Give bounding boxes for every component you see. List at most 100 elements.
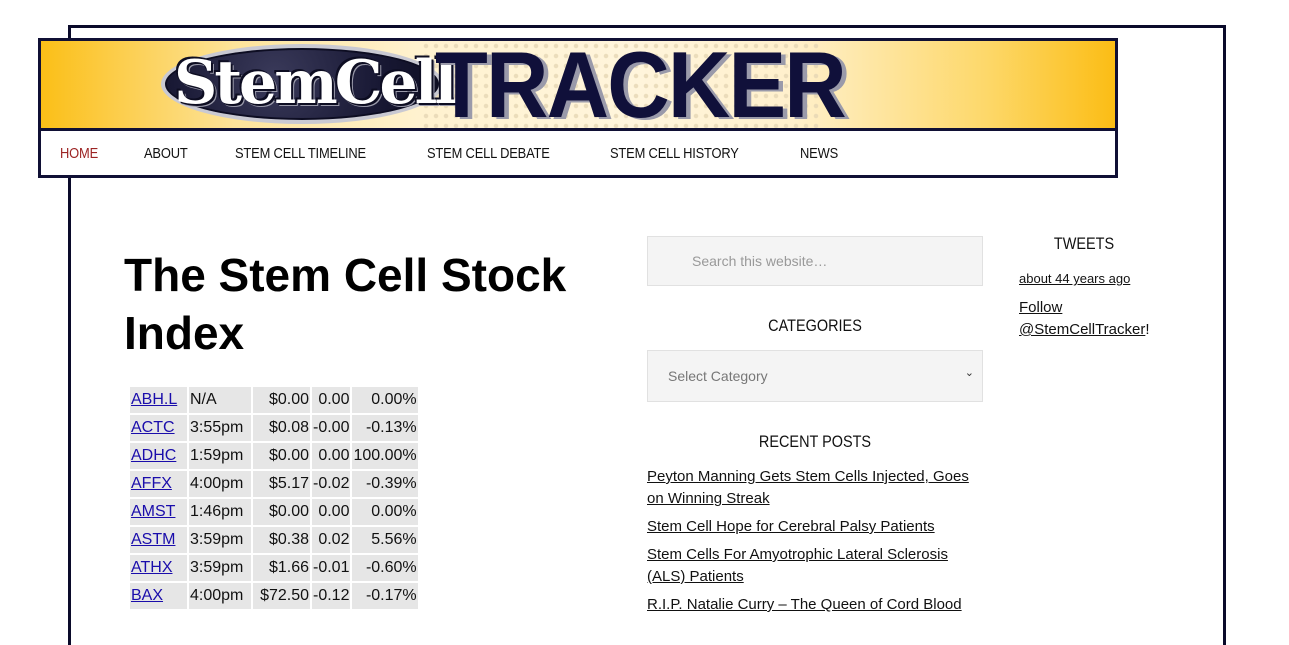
table-cell: 3:59pm	[189, 527, 251, 553]
table-cell: AMST	[130, 499, 187, 525]
table-cell: $72.50	[253, 583, 310, 609]
logo-stem-text: StemCell	[174, 48, 457, 118]
table-cell: -0.39%	[352, 471, 418, 497]
stock-percent: -0.13%	[365, 419, 417, 436]
stock-percent: 100.00%	[353, 447, 417, 464]
stock-price: $0.08	[268, 419, 309, 436]
search-input[interactable]: Search this website…	[647, 236, 983, 286]
table-cell: 0.02	[312, 527, 351, 553]
recent-post-link[interactable]: Stem Cells For Amyotrophic Lateral Scler…	[647, 546, 948, 585]
stock-table: ABH.L N/A $0.00 0.00 0.00% ACTC 3:55pm $0.08 -0.…	[128, 385, 420, 611]
category-select-value: Select Category	[668, 368, 768, 384]
stock-price: $0.00	[268, 391, 309, 408]
table-row: AFFX 4:00pm $5.17 -0.02 -0.39%	[130, 471, 418, 497]
table-cell: 1:59pm	[189, 443, 251, 469]
stock-symbol-link[interactable]: ATHX	[131, 559, 172, 576]
stock-symbol-link[interactable]: AFFX	[131, 475, 172, 492]
recent-post-link[interactable]: Stem Cell Hope for Cerebral Palsy Patien…	[647, 518, 935, 535]
stock-symbol-link[interactable]: ADHC	[131, 447, 176, 464]
table-cell: $0.08	[253, 415, 310, 441]
recent-posts-list: Peyton Manning Gets Stem Cells Injected,…	[647, 466, 983, 622]
main-nav: Home About Stem Cell Timeline Stem Cell …	[41, 131, 1115, 175]
stock-time: 4:00pm	[190, 587, 244, 604]
stock-symbol-link[interactable]: ASTM	[131, 531, 175, 548]
table-cell: ACTC	[130, 415, 187, 441]
nav-about[interactable]: About	[144, 145, 188, 162]
table-row: BAX 4:00pm $72.50 -0.12 -0.17%	[130, 583, 418, 609]
recent-post-link[interactable]: R.I.P. Natalie Curry – The Queen of Cord…	[647, 596, 962, 613]
nav-home[interactable]: Home	[60, 145, 98, 162]
site-logo[interactable]: StemCell TRACKER	[41, 41, 1115, 131]
table-row: ADHC 1:59pm $0.00 0.00 100.00%	[130, 443, 418, 469]
page-title: The Stem Cell Stock Index	[124, 249, 567, 359]
logo-tracker-text: TRACKER	[435, 41, 847, 131]
nav-stem-cell-timeline[interactable]: Stem Cell Timeline	[235, 145, 366, 162]
table-cell: -0.02	[312, 471, 351, 497]
table-cell: N/A	[189, 387, 251, 413]
stock-symbol-link[interactable]: ABH.L	[131, 391, 177, 408]
table-cell: 3:55pm	[189, 415, 251, 441]
site-header: StemCell TRACKER Home About Stem Cell Ti…	[38, 38, 1118, 178]
tweet-timestamp-link[interactable]: about 44 years ago	[1019, 271, 1130, 286]
stock-percent: 0.00%	[371, 391, 417, 408]
table-cell: -0.13%	[352, 415, 418, 441]
table-cell: -0.17%	[352, 583, 418, 609]
stock-time: N/A	[190, 391, 217, 408]
nav-stem-cell-debate[interactable]: Stem Cell Debate	[427, 145, 550, 162]
table-cell: $1.66	[253, 555, 310, 581]
table-cell: $5.17	[253, 471, 310, 497]
stock-symbol-link[interactable]: ACTC	[131, 419, 175, 436]
stock-change: -0.01	[313, 559, 350, 576]
table-cell: 4:00pm	[189, 583, 251, 609]
follow-link[interactable]: Follow @StemCellTracker	[1019, 299, 1145, 338]
stock-percent: -0.60%	[365, 559, 417, 576]
stock-time: 3:55pm	[190, 419, 244, 436]
stock-time: 1:46pm	[190, 503, 244, 520]
stock-change: 0.00	[318, 447, 350, 464]
recent-posts-title: Recent Posts	[758, 432, 872, 451]
recent-post-link[interactable]: Peyton Manning Gets Stem Cells Injected,…	[647, 468, 969, 507]
nav-news[interactable]: News	[800, 145, 838, 162]
stock-symbol-link[interactable]: AMST	[131, 503, 175, 520]
stock-change: 0.00	[318, 503, 350, 520]
table-cell: AFFX	[130, 471, 187, 497]
stock-price: $5.17	[268, 475, 309, 492]
category-select[interactable]: Select Category ⌄	[647, 350, 983, 402]
table-cell: 0.00	[312, 499, 351, 525]
table-cell: -0.00	[312, 415, 351, 441]
stock-percent: -0.17%	[365, 587, 417, 604]
table-cell: -0.01	[312, 555, 351, 581]
follow-text: Follow @StemCellTracker!	[1019, 297, 1179, 341]
stock-time: 3:59pm	[190, 531, 244, 548]
stock-percent: -0.39%	[365, 475, 417, 492]
stock-change: 0.00	[318, 391, 350, 408]
table-cell: $0.00	[253, 387, 310, 413]
table-cell: BAX	[130, 583, 187, 609]
stock-price: $1.66	[268, 559, 309, 576]
table-cell: ABH.L	[130, 387, 187, 413]
stock-time: 4:00pm	[190, 475, 244, 492]
chevron-down-icon: ⌄	[964, 367, 974, 379]
stock-price: $0.00	[268, 503, 309, 520]
stock-change: -0.02	[313, 475, 350, 492]
table-cell: $0.00	[253, 443, 310, 469]
table-cell: ADHC	[130, 443, 187, 469]
table-cell: 1:46pm	[189, 499, 251, 525]
stock-symbol-link[interactable]: BAX	[131, 587, 163, 604]
list-item: Stem Cells For Amyotrophic Lateral Scler…	[647, 544, 983, 588]
table-cell: $0.38	[253, 527, 310, 553]
table-row: ATHX 3:59pm $1.66 -0.01 -0.60%	[130, 555, 418, 581]
stock-price: $0.00	[268, 447, 309, 464]
table-cell: 3:59pm	[189, 555, 251, 581]
nav-stem-cell-history[interactable]: Stem Cell History	[610, 145, 739, 162]
table-cell: $0.00	[253, 499, 310, 525]
stock-time: 1:59pm	[190, 447, 244, 464]
follow-suffix: !	[1145, 321, 1150, 338]
stock-change: -0.00	[313, 419, 350, 436]
stock-change: 0.02	[318, 531, 350, 548]
stock-percent: 0.00%	[371, 503, 417, 520]
list-item: Stem Cell Hope for Cerebral Palsy Patien…	[647, 516, 983, 538]
table-cell: 100.00%	[352, 443, 418, 469]
table-cell: 4:00pm	[189, 471, 251, 497]
table-row: ASTM 3:59pm $0.38 0.02 5.56%	[130, 527, 418, 553]
